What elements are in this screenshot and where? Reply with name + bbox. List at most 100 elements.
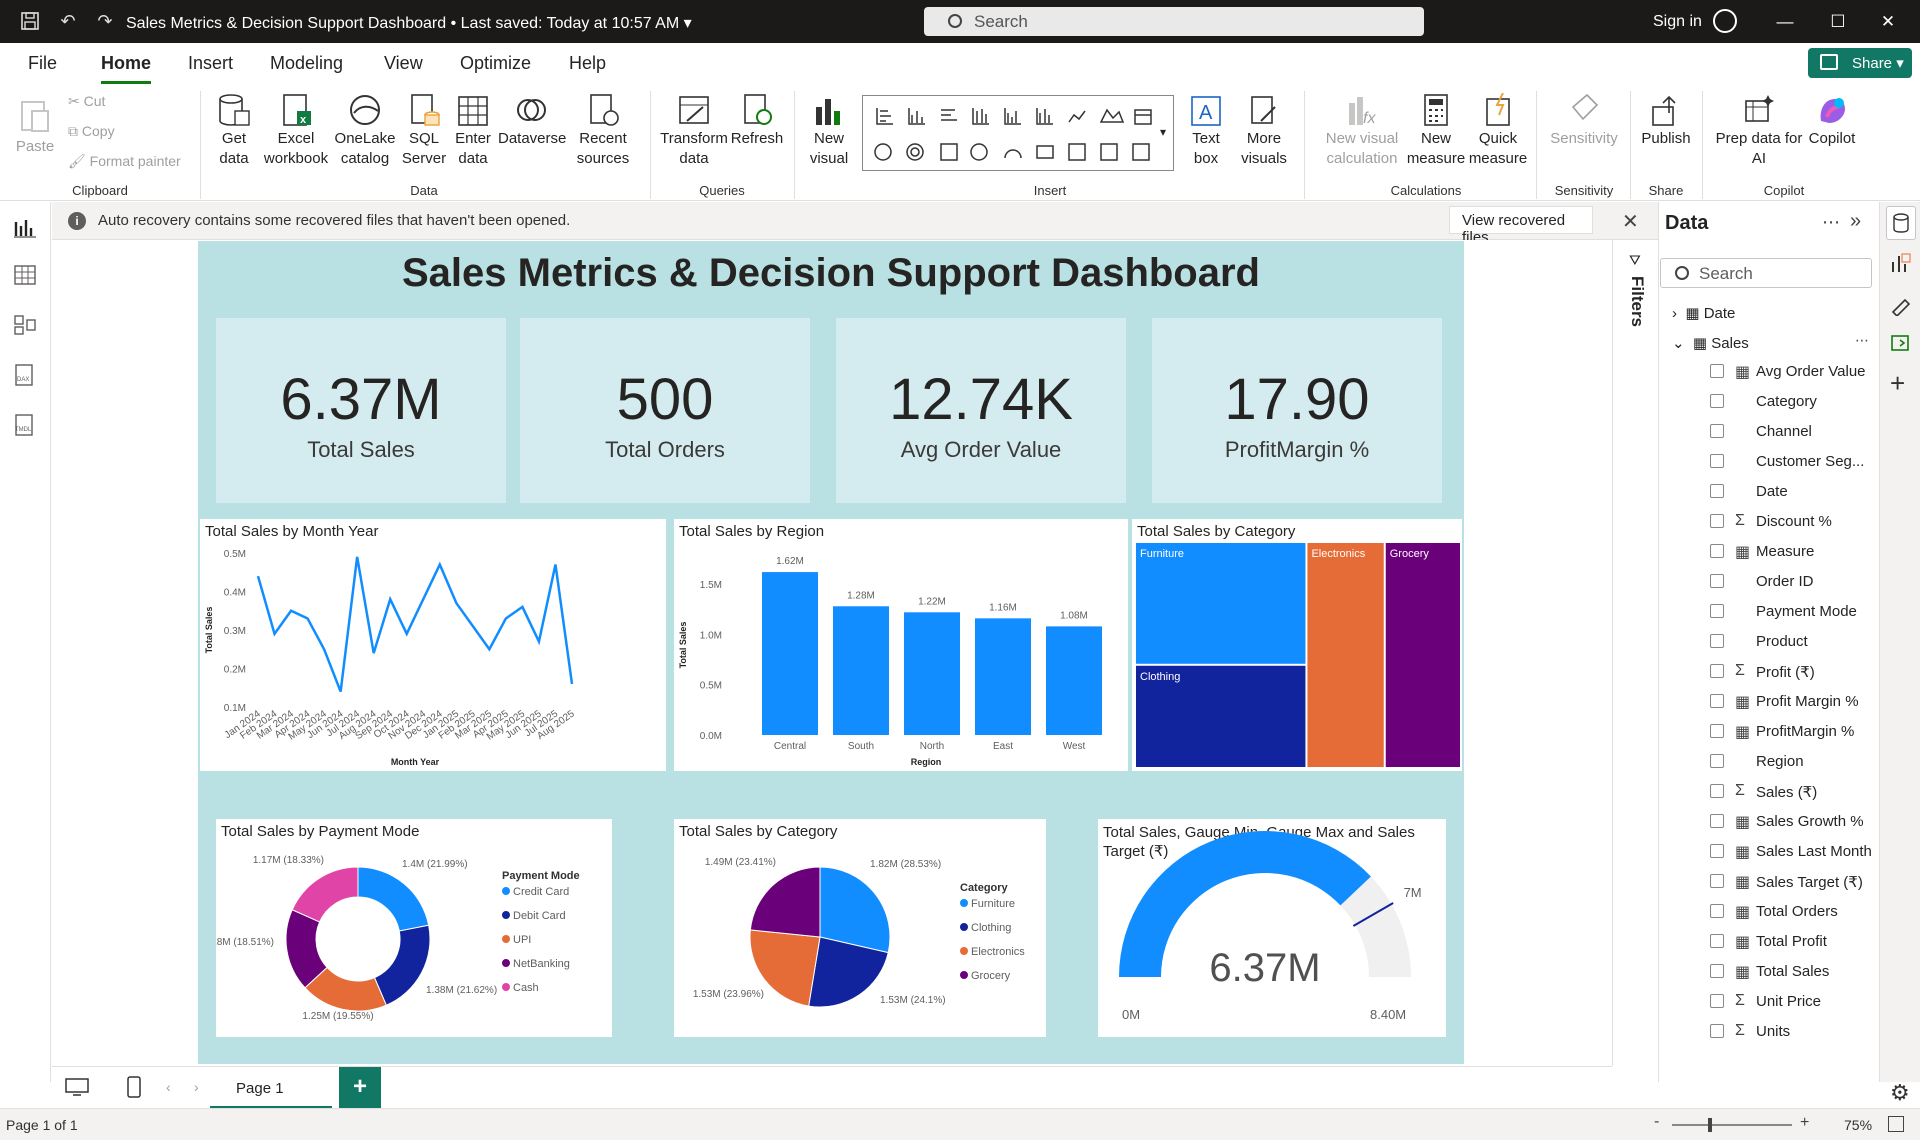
document-title[interactable]: Sales Metrics & Decision Support Dashboa… xyxy=(126,13,692,33)
add-page-button[interactable]: + xyxy=(339,1067,381,1109)
visualizations-icon[interactable] xyxy=(1890,252,1912,279)
donut-chart-sales-by-payment-mode[interactable]: Total Sales by Payment Mode 1.4M (21.99%… xyxy=(216,819,612,1037)
more-options-icon[interactable]: ⋯ xyxy=(1855,332,1869,349)
copilot-button[interactable]: Copilot xyxy=(1804,93,1860,149)
collapse-pane-icon[interactable]: » xyxy=(1850,210,1861,233)
menu-home[interactable]: Home xyxy=(101,53,152,84)
field-checkbox[interactable] xyxy=(1710,394,1724,408)
field-checkbox[interactable] xyxy=(1710,544,1724,558)
maximize-button[interactable]: ☐ xyxy=(1823,12,1853,32)
get-data-button[interactable]: Get data xyxy=(206,93,262,169)
sign-in-link[interactable]: Sign in xyxy=(1653,13,1702,31)
sync-icon[interactable] xyxy=(1890,332,1912,359)
copy-button[interactable]: ⧉ Copy xyxy=(68,123,115,140)
mobile-layout-icon[interactable] xyxy=(126,1075,142,1104)
cut-button[interactable]: ✂ Cut xyxy=(68,93,105,110)
refresh-button[interactable]: Refresh xyxy=(730,93,784,149)
pie-chart-sales-by-category[interactable]: Total Sales by Category 1.82M (28.53%) 1.… xyxy=(674,819,1046,1037)
field-checkbox[interactable] xyxy=(1710,604,1724,618)
save-icon[interactable] xyxy=(17,8,43,34)
zoom-in-button[interactable]: + xyxy=(1800,1114,1809,1132)
field-checkbox[interactable] xyxy=(1710,1024,1724,1038)
filters-pane[interactable]: ⛛ Filters xyxy=(1612,240,1658,1066)
format-icon[interactable] xyxy=(1890,294,1912,321)
table-date[interactable]: › ▦ Date xyxy=(1672,304,1735,322)
field-checkbox[interactable] xyxy=(1710,724,1724,738)
kpi-card-total-orders[interactable]: 500 Total Orders xyxy=(520,318,810,503)
table-view-icon[interactable] xyxy=(13,264,37,286)
field-checkbox[interactable] xyxy=(1710,484,1724,498)
field-checkbox[interactable] xyxy=(1710,424,1724,438)
field-checkbox[interactable] xyxy=(1710,454,1724,468)
field-checkbox[interactable] xyxy=(1710,634,1724,648)
avatar[interactable] xyxy=(1713,9,1737,33)
visuals-gallery[interactable] xyxy=(862,95,1174,171)
kpi-card-profit-margin[interactable]: 17.90 ProfitMargin % xyxy=(1152,318,1442,503)
field-checkbox[interactable] xyxy=(1710,574,1724,588)
field-checkbox[interactable] xyxy=(1710,664,1724,678)
field-checkbox[interactable] xyxy=(1710,934,1724,948)
excel-workbook-button[interactable]: x Excel workbook xyxy=(262,93,330,169)
data-search-input[interactable]: Search xyxy=(1660,258,1872,288)
add-pane-icon[interactable]: + xyxy=(1890,368,1905,399)
kpi-card-total-sales[interactable]: 6.37M Total Sales xyxy=(216,318,506,503)
field-checkbox[interactable] xyxy=(1710,364,1724,378)
data-pane-icon[interactable] xyxy=(1886,206,1916,240)
format-painter-button[interactable]: 🖌 Format painter xyxy=(68,153,181,170)
transform-data-button[interactable]: Transform data xyxy=(656,93,732,169)
paste-button[interactable]: Paste xyxy=(12,97,58,157)
model-view-icon[interactable] xyxy=(13,314,37,336)
sql-server-button[interactable]: SQL Server xyxy=(400,93,448,169)
more-options-icon[interactable]: ⋯ xyxy=(1822,212,1840,233)
text-box-button[interactable]: A Text box xyxy=(1182,93,1230,169)
share-button[interactable]: Share ▾ xyxy=(1808,48,1912,78)
zoom-out-button[interactable]: - xyxy=(1654,1113,1659,1131)
zoom-slider[interactable] xyxy=(1672,1124,1792,1126)
undo-icon[interactable]: ↶ xyxy=(55,8,81,34)
desktop-layout-icon[interactable] xyxy=(64,1077,90,1102)
onelake-catalog-button[interactable]: OneLake catalog xyxy=(332,93,398,169)
next-page-icon[interactable]: › xyxy=(194,1079,199,1095)
minimize-button[interactable]: — xyxy=(1770,12,1800,32)
zoom-slider-thumb[interactable] xyxy=(1708,1118,1712,1132)
redo-icon[interactable]: ↷ xyxy=(92,8,118,34)
gallery-expand-icon[interactable]: ▾ xyxy=(1160,125,1166,139)
table-sales[interactable]: ⌄ ▦ Sales xyxy=(1672,334,1749,352)
field-checkbox[interactable] xyxy=(1710,784,1724,798)
field-checkbox[interactable] xyxy=(1710,514,1724,528)
field-checkbox[interactable] xyxy=(1710,964,1724,978)
previous-page-icon[interactable]: ‹ xyxy=(166,1079,171,1095)
dataverse-button[interactable]: Dataverse xyxy=(498,93,566,149)
recent-sources-button[interactable]: Recent sources xyxy=(566,93,640,169)
settings-icon[interactable]: ⚙ xyxy=(1890,1080,1910,1106)
filters-label[interactable]: Filters xyxy=(1627,276,1647,327)
search-input[interactable]: Search xyxy=(924,7,1424,36)
kpi-card-avg-order-value[interactable]: 12.74K Avg Order Value xyxy=(836,318,1126,503)
new-visual-button[interactable]: New visual xyxy=(802,93,856,169)
menu-optimize[interactable]: Optimize xyxy=(460,53,531,74)
menu-insert[interactable]: Insert xyxy=(188,53,233,74)
menu-file[interactable]: File xyxy=(28,53,57,74)
enter-data-button[interactable]: Enter data xyxy=(450,93,496,169)
close-icon[interactable]: ✕ xyxy=(1622,209,1639,234)
sensitivity-button[interactable]: Sensitivity xyxy=(1544,93,1624,149)
view-recovered-files-button[interactable]: View recovered files xyxy=(1449,206,1593,246)
menu-help[interactable]: Help xyxy=(569,53,606,74)
gauge-sales-vs-target[interactable]: Total Sales, Gauge Min, Gauge Max and Sa… xyxy=(1098,819,1446,1037)
field-checkbox[interactable] xyxy=(1710,694,1724,708)
new-visual-calculation-button[interactable]: fx New visual calculation xyxy=(1318,93,1406,169)
chevron-down-icon[interactable]: ▾ xyxy=(684,15,692,32)
tmdl-view-icon[interactable]: TMDL xyxy=(13,414,37,436)
line-chart-sales-by-month[interactable]: Total Sales by Month Year 0.1M 0.2M 0.3M 0.… xyxy=(200,519,666,771)
fit-to-page-icon[interactable] xyxy=(1888,1116,1904,1132)
menu-view[interactable]: View xyxy=(384,53,423,74)
page-tab[interactable]: Page 1 xyxy=(210,1067,332,1109)
field-checkbox[interactable] xyxy=(1710,904,1724,918)
treemap-sales-by-category[interactable]: Total Sales by Category Furniture Clothin… xyxy=(1132,519,1462,771)
report-view-icon[interactable] xyxy=(13,216,37,238)
bar-chart-sales-by-region[interactable]: Total Sales by Region 0.0M 0.5M 1.0M 1.5M 1.… xyxy=(674,519,1128,771)
new-measure-button[interactable]: New measure xyxy=(1404,93,1468,169)
close-button[interactable]: ✕ xyxy=(1873,12,1903,32)
quick-measure-button[interactable]: Quick measure xyxy=(1466,92,1530,169)
zoom-level[interactable]: 75% xyxy=(1844,1117,1872,1133)
